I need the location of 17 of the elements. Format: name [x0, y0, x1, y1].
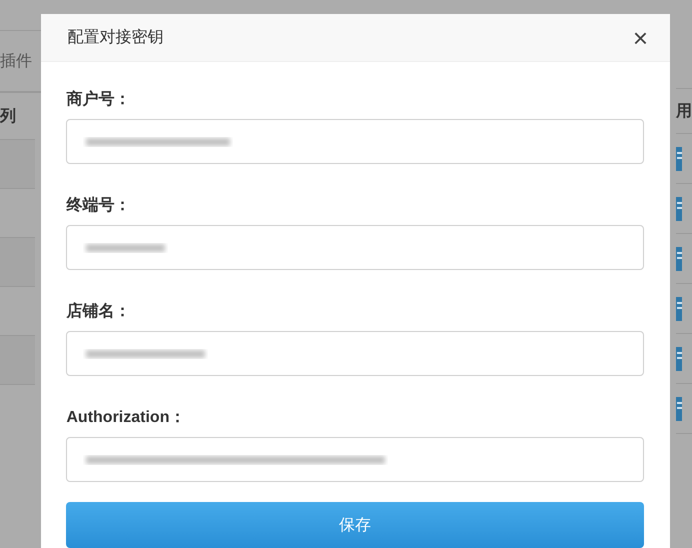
- field-label: Authorization：: [66, 408, 186, 428]
- edit-icon[interactable]: [676, 246, 682, 270]
- field-label: 商户号：: [66, 90, 130, 110]
- input-field[interactable]: [66, 331, 644, 376]
- column-header: 用: [676, 88, 692, 134]
- input-field[interactable]: [66, 225, 644, 270]
- field-label: 店铺名：: [66, 302, 130, 322]
- close-button[interactable]: ×: [632, 24, 648, 50]
- edit-icon[interactable]: [676, 196, 682, 220]
- input-field[interactable]: [66, 437, 644, 482]
- edit-icon[interactable]: [676, 146, 682, 170]
- input-field[interactable]: [66, 119, 644, 164]
- edit-icon[interactable]: [676, 346, 682, 370]
- edit-icon[interactable]: [676, 396, 682, 420]
- edit-icon[interactable]: [676, 296, 682, 320]
- dialog-title: 配置对接密钥: [67, 28, 164, 48]
- field-label: 终端号：: [66, 196, 130, 216]
